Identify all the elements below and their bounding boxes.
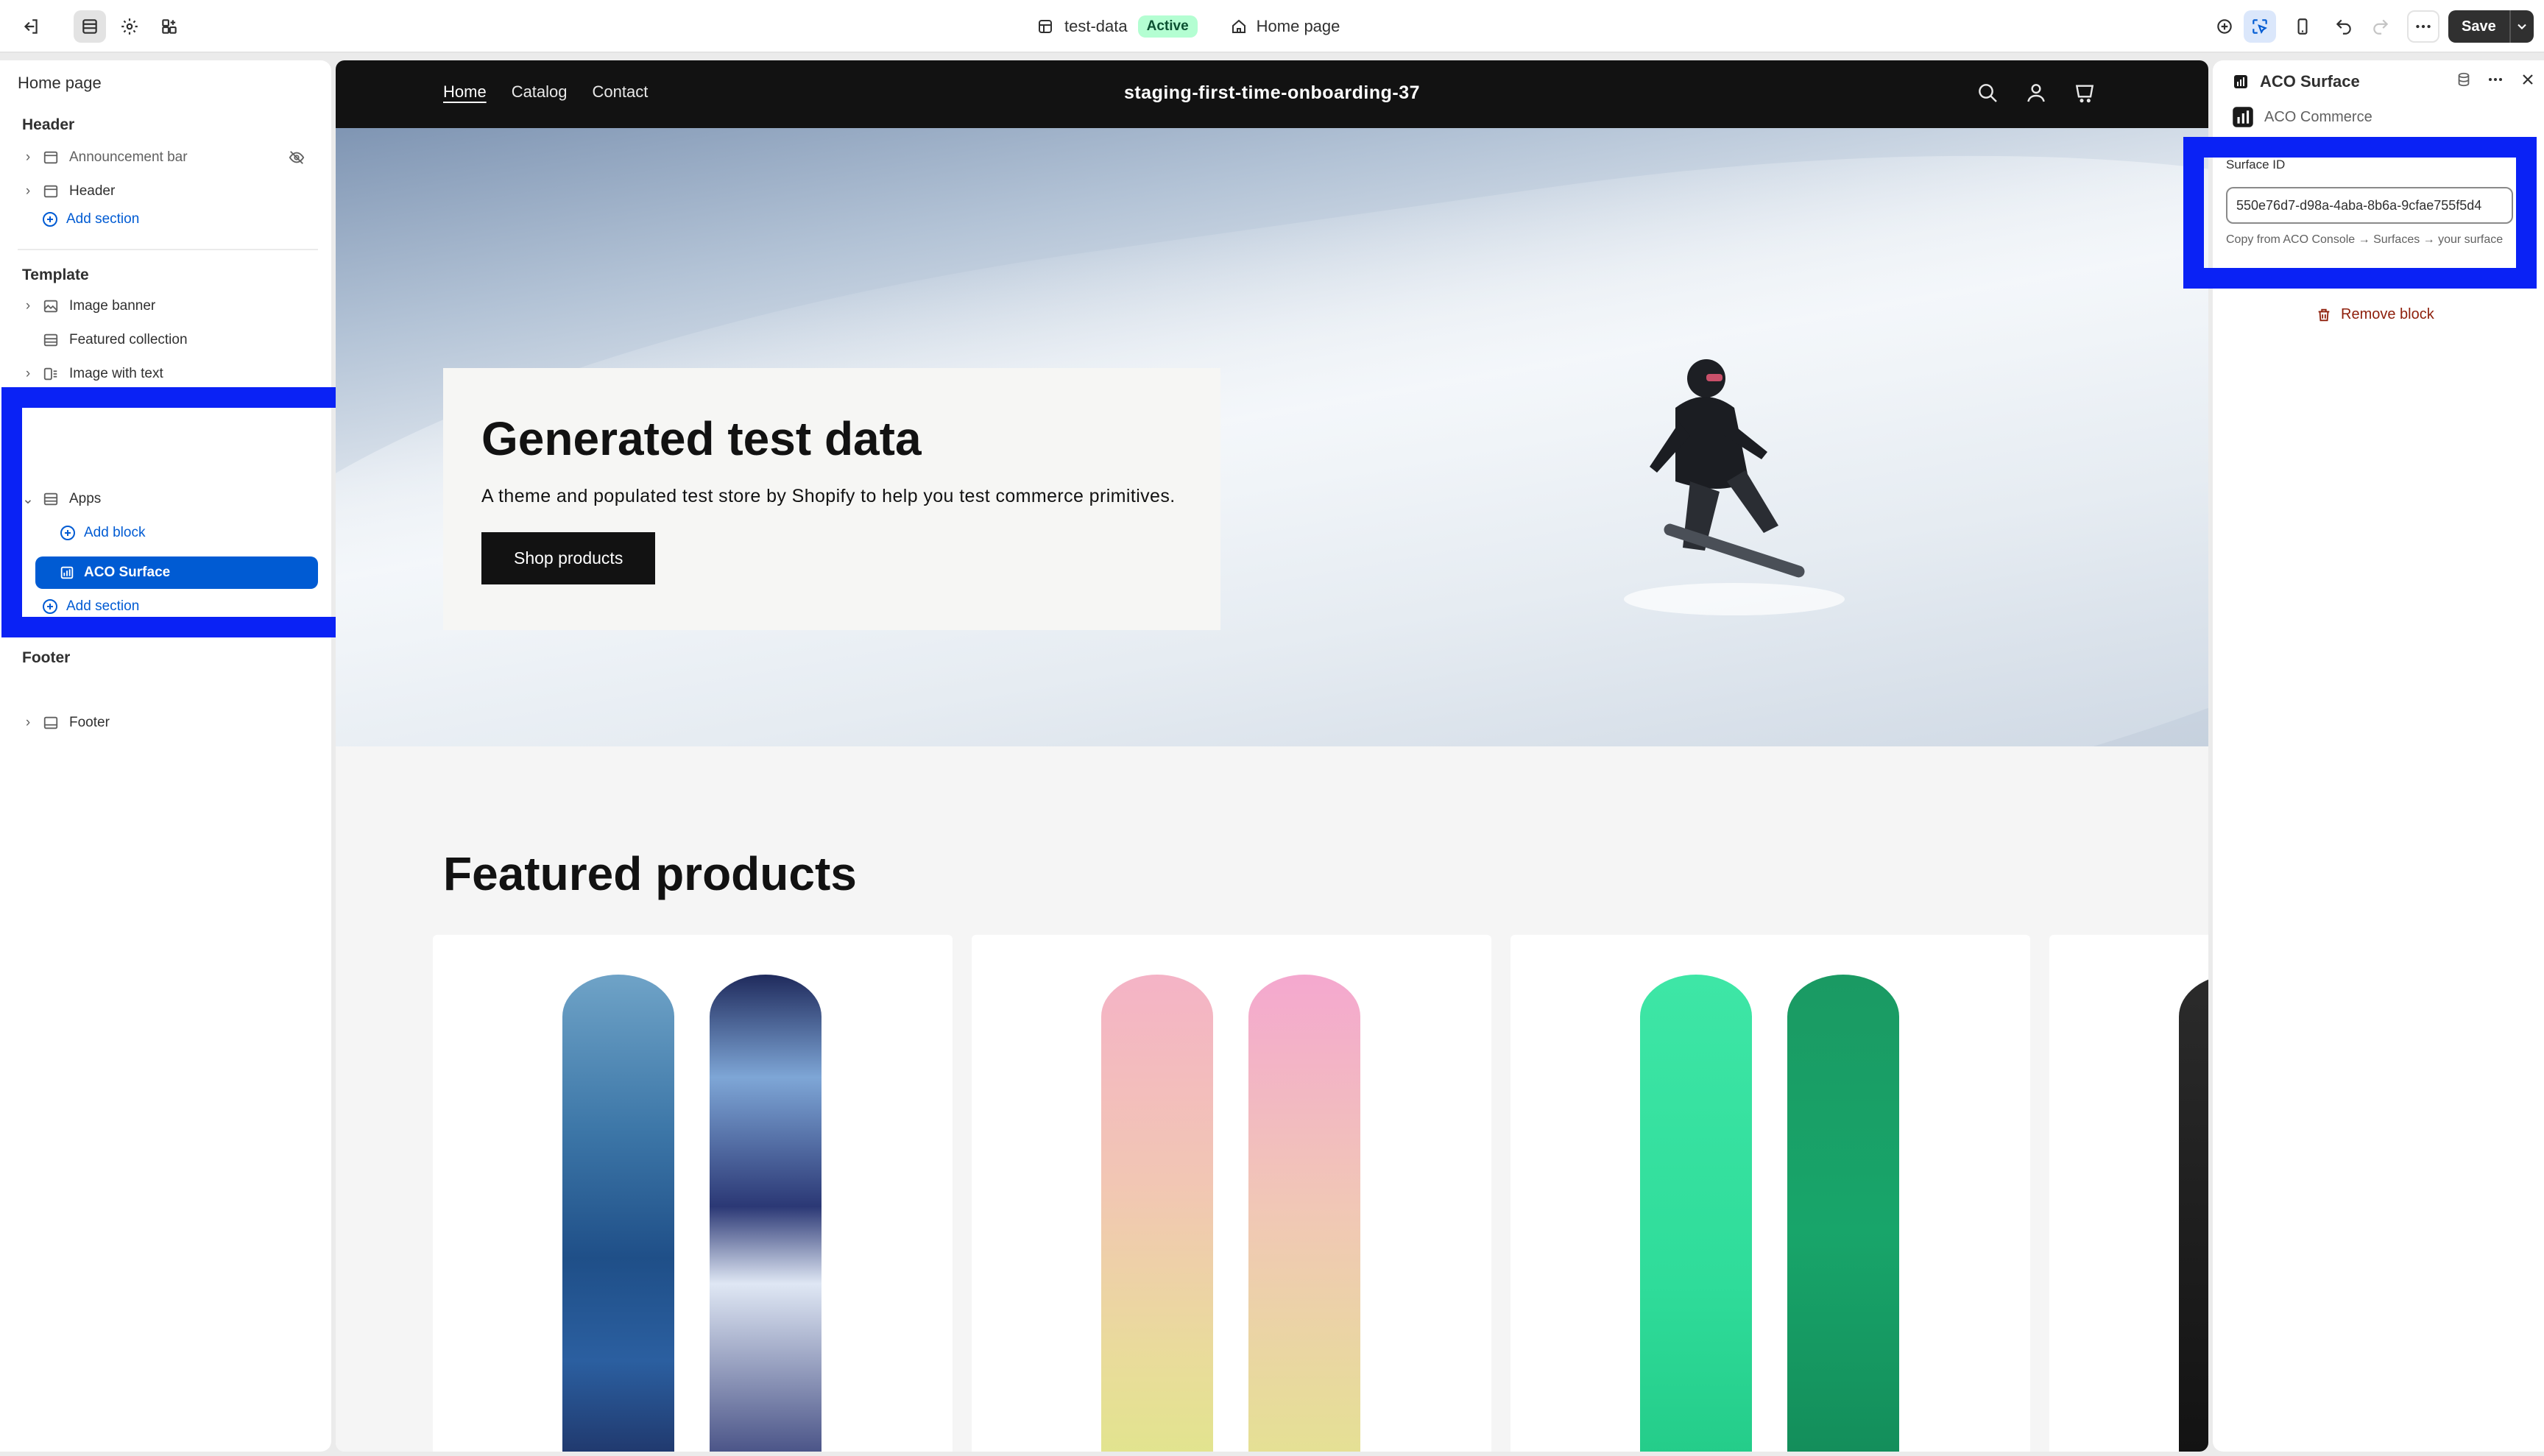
mobile-preview-icon[interactable] <box>2286 10 2319 43</box>
remove-block-label: Remove block <box>2341 306 2434 322</box>
sections-icon[interactable] <box>74 10 106 43</box>
snowboard-image <box>1248 975 1360 1452</box>
image-banner: Generated test data A theme and populate… <box>336 128 2208 746</box>
section-label: Featured collection <box>69 332 188 347</box>
section-label: Footer <box>69 715 110 730</box>
divider <box>18 249 318 250</box>
section-announcement-bar[interactable]: › Announcement bar <box>18 143 318 172</box>
product-card[interactable] <box>1510 935 2030 1452</box>
plus-circle-icon <box>43 212 57 227</box>
section-label: Image with text <box>69 366 163 381</box>
shop-products-button[interactable]: Shop products <box>481 532 656 584</box>
page-title: Home page <box>18 74 102 92</box>
section-label: Header <box>69 183 116 199</box>
chevron-right-icon[interactable]: › <box>18 149 38 166</box>
section-icon <box>41 713 60 732</box>
database-icon[interactable] <box>2456 71 2472 88</box>
store-header: Home Catalog Contact staging-first-time-… <box>336 60 2208 128</box>
page-selector[interactable]: Home page <box>1230 17 1340 36</box>
add-section-label: Add section <box>66 211 140 227</box>
sidebar: Home page Header › Announcement bar › He… <box>0 60 331 1452</box>
snowboarder-image <box>1624 359 1845 615</box>
bar-chart-icon <box>2234 75 2247 88</box>
snowboard-image <box>2179 975 2208 1452</box>
section-icon <box>41 148 60 167</box>
redo-icon[interactable] <box>2364 10 2397 43</box>
page-selector-label: Home page <box>1256 17 1340 35</box>
collection-icon <box>41 331 60 350</box>
add-section-header-button[interactable]: Add section <box>41 211 139 228</box>
theme-icon <box>1039 20 1052 33</box>
snowboard-image <box>1787 975 1899 1452</box>
undo-icon[interactable] <box>2328 10 2360 43</box>
close-icon[interactable] <box>2519 71 2537 88</box>
theme-settings-icon[interactable] <box>113 10 146 43</box>
section-icon <box>41 182 60 201</box>
section-header[interactable]: › Header <box>18 177 318 206</box>
snowboard-image <box>1640 975 1752 1452</box>
cart-icon[interactable] <box>2073 81 2096 105</box>
search-icon[interactable] <box>1976 81 1999 105</box>
account-icon[interactable] <box>2024 81 2048 105</box>
app-source: ACO Commerce <box>2232 106 2372 128</box>
snowboard-image <box>1101 975 1213 1452</box>
hidden-eye-icon[interactable] <box>289 149 305 166</box>
image-text-icon <box>41 364 60 384</box>
inspector-icon[interactable] <box>2208 10 2241 43</box>
app-name: ACO Commerce <box>2264 108 2372 125</box>
save-button[interactable]: Save <box>2448 10 2511 43</box>
section-featured-collection[interactable]: Featured collection <box>18 325 318 355</box>
section-footer[interactable]: › Footer <box>18 708 318 738</box>
save-dropdown[interactable] <box>2511 19 2534 34</box>
hero-title: Generated test data <box>481 412 922 465</box>
top-bar: test-data Active Home page Save <box>0 0 2544 53</box>
exit-icon[interactable] <box>15 10 47 43</box>
section-label: Announcement bar <box>69 149 188 165</box>
app-logo-icon <box>2233 107 2253 127</box>
featured-collection: Featured products <box>336 746 2208 1452</box>
trash-icon <box>2318 308 2330 321</box>
product-card[interactable] <box>433 935 953 1452</box>
group-label-footer: Footer <box>22 649 71 666</box>
product-card[interactable] <box>2049 935 2208 1452</box>
storefront-preview: Home Catalog Contact staging-first-time-… <box>336 60 2208 1452</box>
snowboard-image <box>710 975 822 1452</box>
panel-title: ACO Surface <box>2232 72 2360 91</box>
product-card[interactable] <box>972 935 1491 1452</box>
store-name[interactable]: staging-first-time-onboarding-37 <box>336 82 2208 104</box>
chevron-right-icon[interactable]: › <box>18 183 38 199</box>
chevron-right-icon[interactable]: › <box>18 366 38 382</box>
status-badge: Active <box>1137 15 1198 38</box>
chevron-right-icon[interactable]: › <box>18 298 38 314</box>
app-embeds-icon[interactable] <box>153 10 186 43</box>
section-label: Image banner <box>69 298 156 314</box>
featured-title: Featured products <box>443 847 857 900</box>
image-icon <box>41 297 60 316</box>
section-image-with-text[interactable]: › Image with text <box>18 359 318 389</box>
highlight-box-surface-id <box>2183 137 2537 289</box>
more-icon[interactable] <box>2487 71 2504 88</box>
theme-name[interactable]: test-data <box>1064 17 1128 36</box>
group-label-header: Header <box>22 116 75 133</box>
home-icon <box>1232 19 1246 33</box>
panel-title-text: ACO Surface <box>2260 72 2360 91</box>
save-button-group: Save <box>2448 10 2534 43</box>
select-element-icon[interactable] <box>2244 10 2276 43</box>
more-actions-icon[interactable] <box>2407 10 2439 43</box>
chevron-down-icon <box>2518 24 2527 29</box>
hero-card: Generated test data A theme and populate… <box>443 368 1220 630</box>
chevron-right-icon[interactable]: › <box>18 715 38 731</box>
hero-subtitle: A theme and populated test store by Shop… <box>481 486 1176 506</box>
group-label-template: Template <box>22 266 89 283</box>
snowboard-image <box>562 975 674 1452</box>
remove-block-button[interactable]: Remove block <box>2316 306 2434 323</box>
section-image-banner[interactable]: › Image banner <box>18 291 318 321</box>
